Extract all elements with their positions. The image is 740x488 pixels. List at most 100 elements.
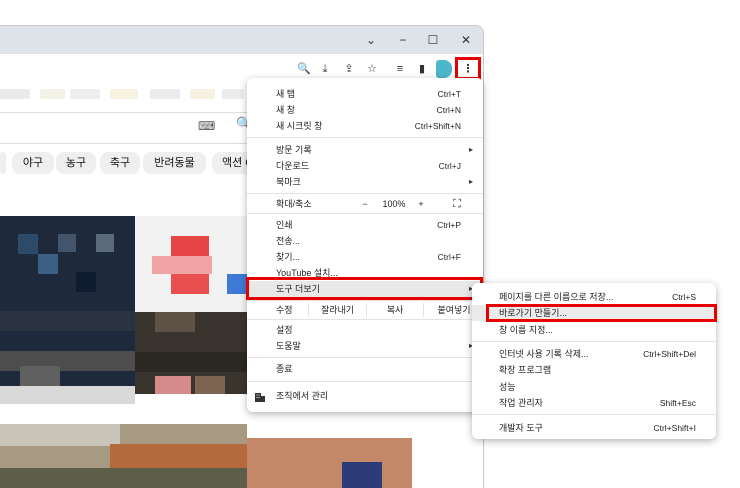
menu-item-edit: 수정 잘라내기 복사 붙여넣기: [247, 303, 483, 317]
menu-item-new-incognito[interactable]: 새 시크릿 창 Ctrl+Shift+N: [247, 118, 483, 134]
video-title-placeholder: [0, 386, 135, 404]
video-thumbnail[interactable]: [135, 312, 247, 394]
submenu-item-extensions[interactable]: 확장 프로그램: [472, 362, 716, 378]
menu-item-managed[interactable]: 조직에서 관리: [247, 388, 483, 404]
bookmark-item[interactable]: [40, 89, 65, 99]
menu-item-label: 성능: [499, 382, 516, 392]
highlight-box: [486, 304, 717, 322]
submenu-item-performance[interactable]: 성능: [472, 379, 716, 395]
submenu-item-task-manager[interactable]: 작업 관리자 Shift+Esc: [472, 395, 716, 411]
menu-item-bookmarks[interactable]: 북마크 ▸: [247, 174, 483, 190]
menu-item-find[interactable]: 찾기... Ctrl+F: [247, 249, 483, 265]
menu-shortcut: Ctrl+S: [672, 292, 696, 302]
menu-item-label: 설정: [276, 325, 293, 335]
chevron-right-icon: ▸: [468, 145, 473, 154]
menu-item-label: 전송...: [276, 236, 301, 246]
copy-button[interactable]: 복사: [366, 303, 423, 317]
fullscreen-icon[interactable]: ⛶: [447, 196, 467, 212]
menu-item-label: 창 이름 지정...: [499, 325, 553, 335]
search-icon[interactable]: 🔍: [295, 60, 313, 78]
menu-item-downloads[interactable]: 다운로드 Ctrl+J: [247, 158, 483, 174]
submenu-item-clear-data[interactable]: 인터넷 사용 기록 삭제... Ctrl+Shift+Del: [472, 346, 716, 362]
menu-item-label: 페이지를 다른 이름으로 저장...: [499, 292, 614, 302]
menu-item-zoom: 확대/축소 − 100% + ⛶: [247, 196, 483, 211]
chip-basketball[interactable]: 농구: [56, 152, 96, 174]
cut-button[interactable]: 잘라내기: [308, 303, 366, 317]
menu-shortcut: Ctrl+Shift+Del: [643, 349, 696, 359]
submenu-item-save-page[interactable]: 페이지를 다른 이름으로 저장... Ctrl+S: [472, 289, 716, 305]
menu-item-new-tab[interactable]: 새 탭 Ctrl+T: [247, 86, 483, 102]
bookmark-item[interactable]: [70, 89, 100, 99]
menu-item-label: 다운로드: [276, 161, 310, 171]
star-icon[interactable]: ☆: [363, 60, 381, 78]
bookmark-item[interactable]: [190, 89, 215, 99]
menu-divider: [247, 213, 483, 214]
menu-divider: [247, 357, 483, 358]
menu-item-history[interactable]: 방문 기록 ▸: [247, 142, 483, 158]
bookmark-item[interactable]: [110, 89, 138, 99]
menu-shortcut: Ctrl+Shift+N: [414, 121, 461, 131]
menu-item-label: 새 창: [276, 105, 296, 115]
menu-shortcut: Ctrl+F: [437, 252, 461, 262]
menu-divider: [247, 300, 483, 301]
menu-divider: [472, 341, 716, 342]
search-input[interactable]: ⌨: [0, 112, 271, 144]
minimize-button[interactable]: −: [392, 30, 414, 50]
bookmark-item[interactable]: [0, 89, 30, 99]
bookmark-item[interactable]: [150, 89, 180, 99]
menu-item-cast[interactable]: 전송...: [247, 233, 483, 249]
menu-item-settings[interactable]: 설정: [247, 322, 483, 338]
submenu-item-dev-tools[interactable]: 개발자 도구 Ctrl+Shift+I: [472, 420, 716, 436]
chevron-right-icon: ▸: [468, 177, 473, 186]
maximize-button[interactable]: ☐: [422, 30, 444, 50]
video-thumbnail[interactable]: [0, 424, 247, 488]
zoom-out-button[interactable]: −: [353, 196, 377, 212]
reading-list-icon[interactable]: ≡: [391, 60, 409, 78]
close-button[interactable]: ✕: [455, 30, 477, 50]
chip-soccer[interactable]: 축구: [100, 152, 140, 174]
chip-pets[interactable]: 반려동물: [143, 152, 206, 174]
chip-baseball[interactable]: 야구: [12, 152, 54, 174]
menu-item-exit[interactable]: 종료: [247, 361, 483, 377]
download-icon[interactable]: ⤓: [316, 60, 334, 78]
zoom-in-button[interactable]: +: [409, 196, 433, 212]
menu-shortcut: Ctrl+N: [436, 105, 461, 115]
highlight-box: [455, 57, 481, 80]
menu-divider: [247, 193, 483, 194]
menu-shortcut: Shift+Esc: [659, 398, 696, 408]
menu-item-help[interactable]: 도움말 ▸: [247, 338, 483, 354]
video-thumbnail[interactable]: [135, 216, 247, 316]
video-thumbnail[interactable]: [247, 438, 412, 488]
menu-item-label: 도움말: [276, 341, 301, 351]
menu-item-print[interactable]: 인쇄 Ctrl+P: [247, 217, 483, 233]
menu-divider: [472, 414, 716, 415]
menu-item-label: 북마크: [276, 177, 301, 187]
menu-item-label: 수정: [276, 305, 293, 315]
menu-shortcut: Ctrl+J: [438, 161, 461, 171]
menu-item-label: 확장 프로그램: [499, 365, 552, 375]
menu-divider: [247, 137, 483, 138]
menu-divider: [247, 319, 483, 320]
menu-divider: [247, 381, 483, 382]
menu-item-label: 방문 기록: [276, 145, 312, 155]
menu-item-label: 인쇄: [276, 220, 293, 230]
menu-item-new-window[interactable]: 새 창 Ctrl+N: [247, 102, 483, 118]
menu-shortcut: Ctrl+Shift+I: [653, 423, 696, 433]
chip-partial[interactable]: [0, 152, 6, 174]
share-icon[interactable]: ⇪: [340, 60, 358, 78]
menu-item-label: 찾기...: [276, 252, 301, 262]
tab-search-icon[interactable]: ⌄: [360, 30, 382, 50]
menu-item-label: 종료: [276, 364, 293, 374]
title-bar: ⌄ − ☐ ✕: [0, 26, 483, 54]
video-thumbnail[interactable]: [0, 216, 135, 386]
bookmark-item[interactable]: [222, 89, 244, 99]
submenu-item-name-window[interactable]: 창 이름 지정...: [472, 322, 716, 338]
keyboard-icon[interactable]: ⌨: [198, 119, 215, 133]
chrome-main-menu: 새 탭 Ctrl+T 새 창 Ctrl+N 새 시크릿 창 Ctrl+Shift…: [247, 78, 483, 412]
menu-shortcut: Ctrl+T: [437, 89, 461, 99]
menu-item-label: 조직에서 관리: [276, 391, 329, 401]
profile-icon[interactable]: [436, 60, 452, 78]
side-panel-icon[interactable]: ▮: [413, 60, 431, 78]
menu-item-label: 확대/축소: [276, 199, 312, 209]
menu-item-label: 작업 관리자: [499, 398, 543, 408]
